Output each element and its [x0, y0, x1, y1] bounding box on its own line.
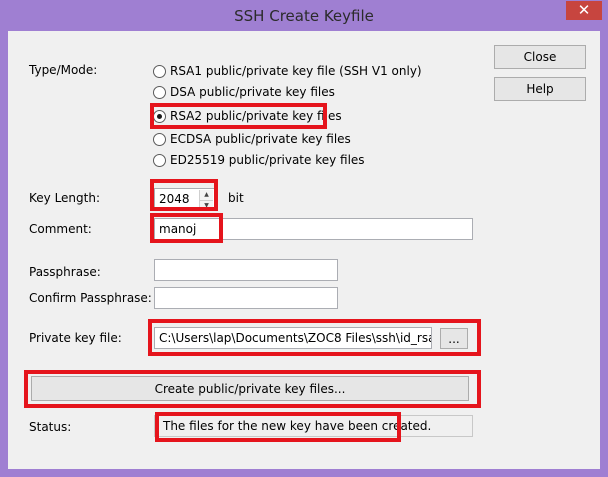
radio-button-checked[interactable] — [153, 109, 166, 123]
radio-ecdsa[interactable]: ECDSA public/private key files — [153, 130, 351, 148]
passphrase-label: Passphrase: — [29, 265, 101, 279]
confirm-passphrase-input[interactable] — [154, 287, 338, 309]
radio-button[interactable] — [153, 153, 166, 167]
radio-label: ECDSA public/private key files — [170, 132, 351, 146]
status-label: Status: — [29, 420, 72, 434]
title-bar: SSH Create Keyfile ✕ — [0, 0, 608, 32]
dialog-body: Type/Mode: RSA1 public/private key file … — [8, 31, 600, 469]
key-length-label: Key Length: — [29, 191, 101, 205]
confirm-passphrase-label: Confirm Passphrase: — [29, 291, 152, 305]
help-button[interactable]: Help — [494, 77, 586, 101]
browse-button[interactable]: ... — [440, 328, 468, 349]
radio-dsa[interactable]: DSA public/private key files — [153, 83, 335, 101]
radio-button[interactable] — [153, 85, 166, 99]
key-length-value: 2048 — [159, 192, 190, 206]
comment-label: Comment: — [29, 222, 92, 236]
status-field: The files for the new key have been crea… — [154, 415, 473, 437]
radio-label: DSA public/private key files — [170, 85, 335, 99]
radio-button[interactable] — [153, 64, 166, 78]
radio-label: RSA1 public/private key file (SSH V1 onl… — [170, 64, 422, 78]
passphrase-input[interactable] — [154, 259, 338, 281]
window-close-icon[interactable]: ✕ — [566, 1, 602, 20]
spin-down-icon[interactable]: ▼ — [200, 200, 213, 209]
key-length-spinner[interactable]: 2048 ▲ ▼ — [154, 188, 215, 210]
private-key-file-label: Private key file: — [29, 331, 122, 345]
private-key-file-input[interactable]: C:\Users\lap\Documents\ZOC8 Files\ssh\id… — [154, 327, 432, 349]
comment-input[interactable]: manoj — [154, 218, 473, 240]
ssh-create-keyfile-window: SSH Create Keyfile ✕ Type/Mode: RSA1 pub… — [0, 0, 608, 477]
radio-button[interactable] — [153, 132, 166, 146]
create-key-files-button[interactable]: Create public/private key files... — [31, 376, 469, 401]
spinner-arrows[interactable]: ▲ ▼ — [199, 190, 213, 209]
key-length-unit: bit — [228, 191, 244, 205]
radio-label: ED25519 public/private key files — [170, 153, 365, 167]
radio-ed25519[interactable]: ED25519 public/private key files — [153, 151, 365, 169]
status-text: The files for the new key have been crea… — [163, 419, 432, 433]
radio-rsa2[interactable]: RSA2 public/private key files — [153, 107, 342, 125]
spin-up-icon[interactable]: ▲ — [200, 190, 213, 200]
type-mode-label: Type/Mode: — [29, 63, 98, 77]
close-button[interactable]: Close — [494, 45, 586, 69]
radio-label: RSA2 public/private key files — [170, 109, 342, 123]
window-title: SSH Create Keyfile — [234, 7, 374, 25]
radio-rsa1[interactable]: RSA1 public/private key file (SSH V1 onl… — [153, 62, 422, 80]
